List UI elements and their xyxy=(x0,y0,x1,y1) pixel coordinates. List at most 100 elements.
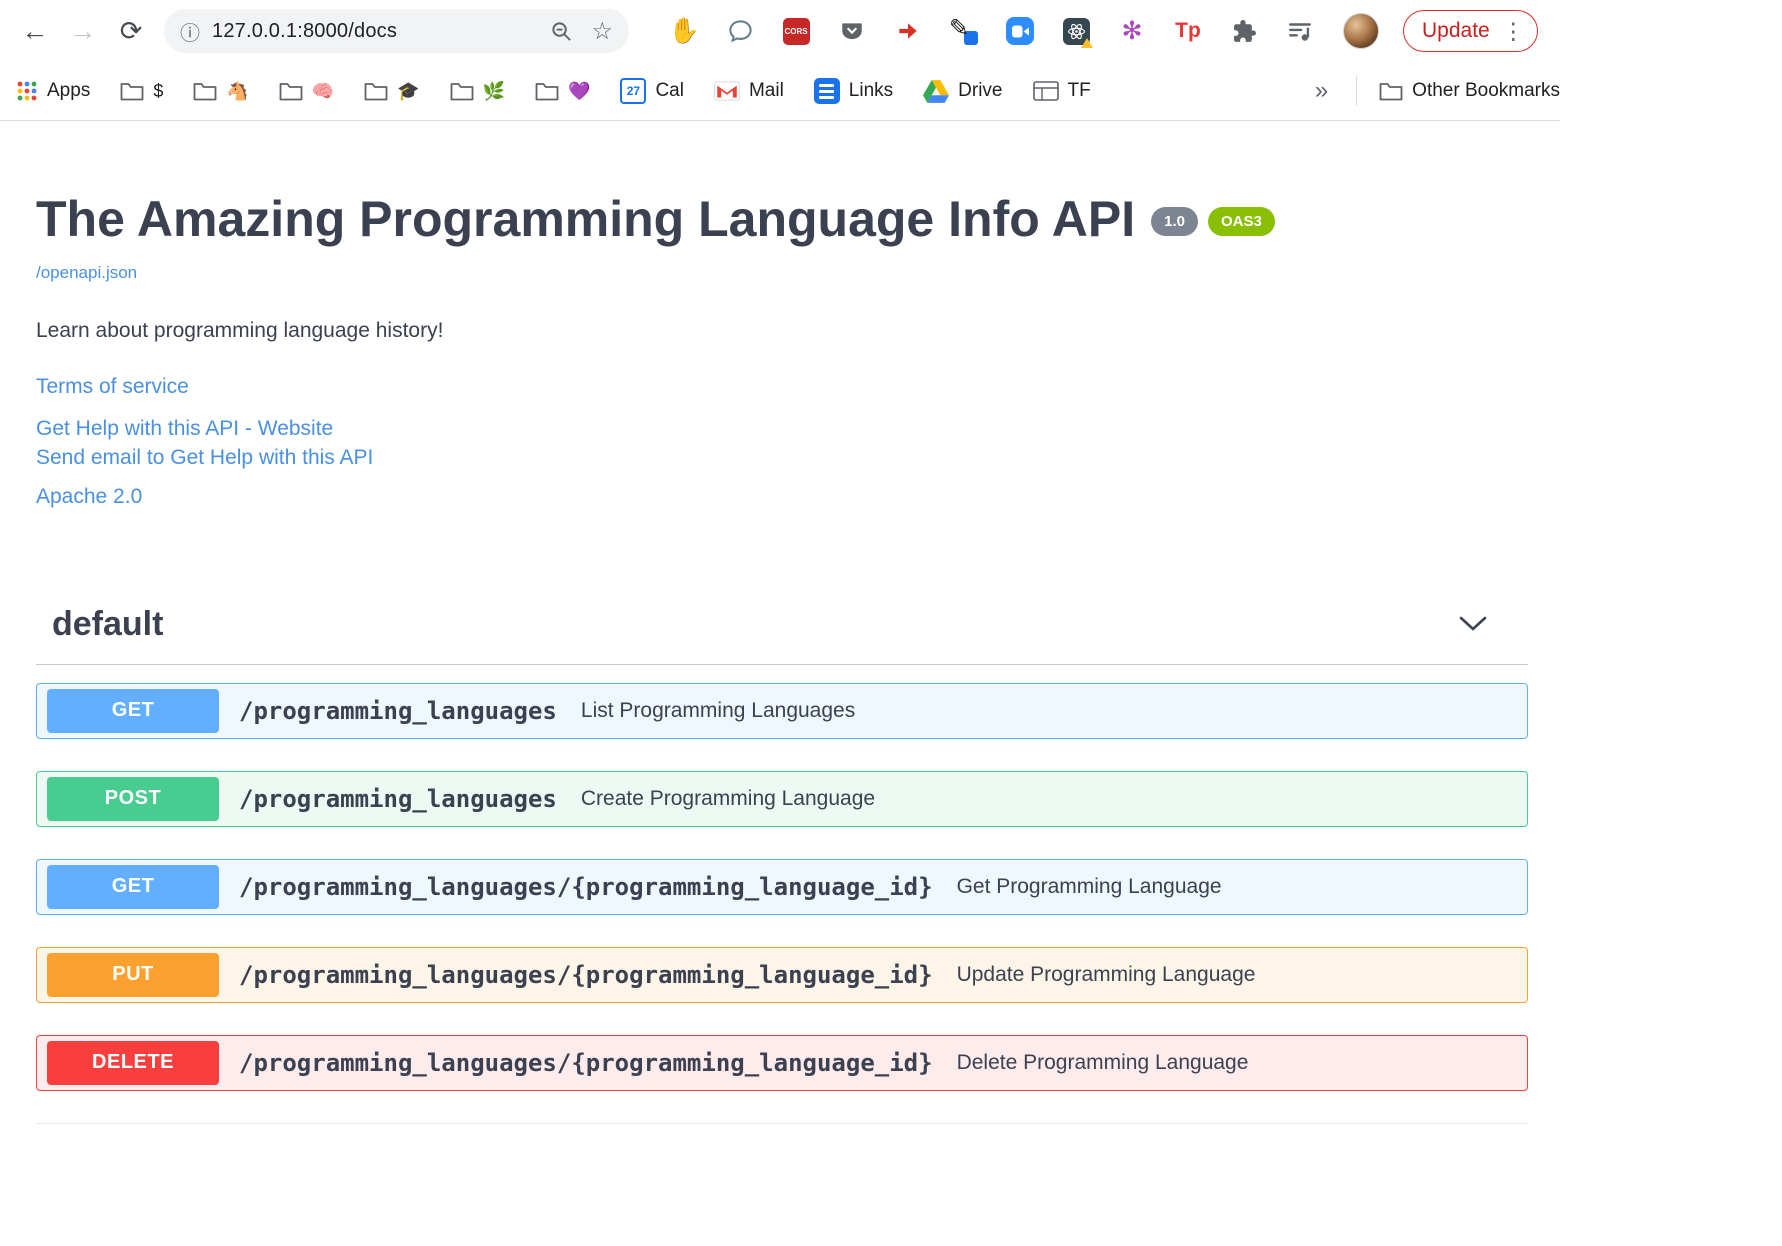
http-method-badge[interactable]: GET xyxy=(47,688,219,733)
endpoint-row-delete-language[interactable]: DELETE /programming_languages/{programmi… xyxy=(36,1034,1528,1091)
bookmarks-right-group: » Other Bookmarks xyxy=(1309,76,1560,106)
gmail-icon xyxy=(713,81,740,101)
bookmark-label: 🧠 xyxy=(311,80,335,101)
calendar-icon: 27 xyxy=(620,78,647,104)
folder-icon xyxy=(120,83,144,101)
bookmark-label: Apps xyxy=(47,80,91,101)
browser-toolbar: ← → ⟳ ⓘ 127.0.0.1:8000/docs ☆ ✋ CORS ✎ ✻… xyxy=(0,0,1560,62)
bookmark-links[interactable]: Links xyxy=(813,78,894,104)
title-badges: 1.0 OAS3 xyxy=(1151,207,1275,236)
url-text[interactable]: 127.0.0.1:8000/docs xyxy=(212,20,550,43)
bookmark-folder-money[interactable]: $ xyxy=(120,81,163,102)
bookmark-folder-herb[interactable]: 🌿 xyxy=(450,81,505,102)
site-info-icon[interactable]: ⓘ xyxy=(180,17,200,46)
links-icon xyxy=(813,78,840,104)
bookmark-folder-brain[interactable]: 🧠 xyxy=(279,81,334,102)
address-bar[interactable]: ⓘ 127.0.0.1:8000/docs ☆ xyxy=(164,9,629,53)
bookmark-mail[interactable]: Mail xyxy=(713,80,784,102)
back-icon[interactable]: ← xyxy=(14,10,56,52)
folder-icon xyxy=(535,83,559,101)
bookmarks-bar: Apps $ 🐴 🧠 🎓 🌿 💜 27 Cal Mail Links Drive… xyxy=(0,62,1560,121)
bookmark-folder-heart[interactable]: 💜 xyxy=(535,81,590,102)
bookmark-calendar[interactable]: 27 Cal xyxy=(620,78,684,104)
puzzle-extensions-icon[interactable] xyxy=(1229,16,1259,46)
other-bookmarks[interactable]: Other Bookmarks xyxy=(1379,80,1560,102)
pocket-extension-icon[interactable] xyxy=(837,16,867,46)
bookmark-label: $ xyxy=(153,80,164,101)
flower-extension-icon[interactable]: ✻ xyxy=(1117,16,1147,46)
bookmark-star-icon[interactable]: ☆ xyxy=(591,17,613,46)
chat-bubble-extension-icon[interactable] xyxy=(725,16,755,46)
folder-icon xyxy=(279,83,303,101)
apps-shortcut[interactable]: Apps xyxy=(16,80,90,102)
atom-extension-icon[interactable] xyxy=(1061,16,1093,48)
folder-icon xyxy=(1379,83,1403,101)
bookmark-label: 🐴 xyxy=(226,80,249,101)
endpoint-list: GET /programming_languages List Programm… xyxy=(36,682,1782,1091)
page-title: The Amazing Programming Language Info AP… xyxy=(36,191,1136,247)
http-method-badge[interactable]: PUT xyxy=(47,952,219,997)
endpoint-summary: Create Programming Language xyxy=(580,786,876,810)
stop-hand-extension-icon[interactable]: ✋ xyxy=(668,16,699,46)
chrome-update-button[interactable]: Update ⋮ xyxy=(1403,10,1538,52)
tf-icon xyxy=(1032,81,1059,101)
bookmark-drive[interactable]: Drive xyxy=(923,79,1003,103)
bookmark-label: 💜 xyxy=(568,80,591,101)
http-method-badge[interactable]: GET xyxy=(47,864,219,909)
api-title-row: The Amazing Programming Language Info AP… xyxy=(36,191,1782,249)
endpoint-path: /programming_languages/{programming_lang… xyxy=(239,960,933,989)
endpoint-summary: Update Programming Language xyxy=(956,962,1256,986)
http-method-badge[interactable]: DELETE xyxy=(47,1040,219,1085)
chevron-down-icon[interactable] xyxy=(1458,616,1488,632)
folder-icon xyxy=(364,83,388,101)
endpoint-summary: Get Programming Language xyxy=(956,874,1222,898)
zoom-icon[interactable] xyxy=(550,20,573,43)
zoom-video-extension-icon[interactable] xyxy=(1005,16,1035,46)
help-email-link[interactable]: Send email to Get Help with this API xyxy=(36,446,1782,470)
reload-icon[interactable]: ⟳ xyxy=(110,10,152,52)
endpoint-row-update-language[interactable]: PUT /programming_languages/{programming_… xyxy=(36,946,1528,1003)
terms-of-service-link[interactable]: Terms of service xyxy=(36,375,1782,399)
swagger-page: The Amazing Programming Language Info AP… xyxy=(0,121,1782,1124)
openapi-json-link[interactable]: /openapi.json xyxy=(36,263,137,283)
endpoint-row-list-languages[interactable]: GET /programming_languages List Programm… xyxy=(36,682,1528,739)
picker-pen-extension-icon[interactable]: ✎ xyxy=(949,15,979,46)
profile-avatar[interactable] xyxy=(1343,13,1379,49)
endpoint-path: /programming_languages xyxy=(239,696,557,725)
warning-badge xyxy=(1080,37,1093,48)
bookmark-label: Mail xyxy=(748,80,784,101)
endpoint-summary: List Programming Languages xyxy=(580,698,856,722)
redirect-arrow-extension-icon[interactable] xyxy=(893,16,923,46)
http-method-badge[interactable]: POST xyxy=(47,776,219,821)
folder-icon xyxy=(193,83,217,101)
bookmarks-overflow-chevron[interactable]: » xyxy=(1309,77,1334,105)
forward-icon[interactable]: → xyxy=(62,10,104,52)
api-description: Learn about programming language history… xyxy=(36,318,444,342)
endpoint-row-get-language[interactable]: GET /programming_languages/{programming_… xyxy=(36,858,1528,915)
cors-extension-icon[interactable]: CORS xyxy=(781,16,811,46)
apps-grid-icon xyxy=(17,81,37,101)
extensions-row: ✋ CORS ✎ ✻ Tp xyxy=(668,15,1315,48)
help-website-link[interactable]: Get Help with this API - Website xyxy=(36,417,1782,441)
version-badge: 1.0 xyxy=(1151,207,1199,236)
other-bookmarks-label: Other Bookmarks xyxy=(1412,80,1560,101)
bookmark-label: Links xyxy=(848,80,894,101)
folder-icon xyxy=(450,83,473,101)
kebab-menu-icon[interactable]: ⋮ xyxy=(1502,18,1525,45)
bookmarks-separator xyxy=(1356,76,1358,106)
endpoint-summary: Delete Programming Language xyxy=(956,1050,1249,1074)
playlist-music-icon[interactable] xyxy=(1285,16,1315,46)
drive-icon xyxy=(923,79,950,103)
section-header-default[interactable]: default xyxy=(36,605,1528,665)
bookmark-label: TF xyxy=(1067,80,1091,101)
endpoint-path: /programming_languages/{programming_lang… xyxy=(239,872,933,901)
bookmark-folder-horse[interactable]: 🐴 xyxy=(193,80,249,102)
bookmark-tf[interactable]: TF xyxy=(1032,80,1091,102)
section-title: default xyxy=(52,604,164,643)
endpoint-path: /programming_languages/{programming_lang… xyxy=(239,1048,933,1077)
endpoint-row-create-language[interactable]: POST /programming_languages Create Progr… xyxy=(36,770,1528,827)
bookmark-label: Drive xyxy=(958,80,1003,101)
bookmark-folder-school[interactable]: 🎓 xyxy=(364,81,420,102)
tp-extension-icon[interactable]: Tp xyxy=(1173,16,1203,46)
license-link[interactable]: Apache 2.0 xyxy=(36,485,1782,509)
